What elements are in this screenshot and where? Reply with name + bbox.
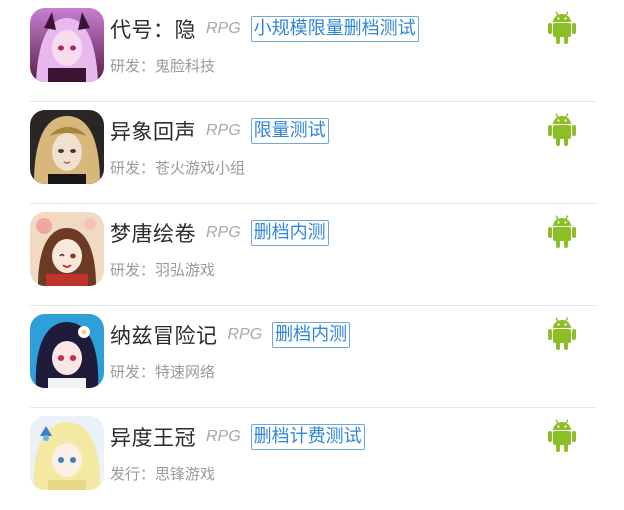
- title-line: 纳兹冒险记 RPG 删档内测: [110, 318, 351, 352]
- genre-label: RPG: [206, 224, 241, 241]
- game-name[interactable]: 梦唐绘卷: [110, 218, 196, 248]
- title-line: 异度王冠 RPG 删档计费测试: [110, 420, 365, 454]
- game-name[interactable]: 异度王冠: [110, 422, 196, 452]
- test-type-badge: 删档计费测试: [250, 424, 365, 450]
- android-icon[interactable]: [547, 11, 577, 45]
- list-item[interactable]: 代号：隐 RPG 小规模限量删档测试 研发：鬼脸科技: [30, 0, 596, 102]
- test-type-badge: 删档内测: [272, 322, 351, 348]
- developer-label: 研发：羽弘游戏: [110, 261, 216, 279]
- list-item[interactable]: 异度王冠 RPG 删档计费测试 发行：思锋游戏: [30, 408, 596, 510]
- android-icon[interactable]: [547, 317, 577, 351]
- game-icon[interactable]: [30, 416, 104, 490]
- list-item[interactable]: 异象回声 RPG 限量测试 研发：苍火游戏小组: [30, 102, 596, 204]
- genre-label: RPG: [206, 428, 241, 445]
- game-icon[interactable]: [30, 212, 104, 286]
- developer-label: 研发：苍火游戏小组: [110, 159, 246, 177]
- game-test-list: 代号：隐 RPG 小规模限量删档测试 研发：鬼脸科技 异象回声 RPG 限量测试…: [0, 0, 624, 494]
- game-name[interactable]: 代号：隐: [110, 14, 196, 44]
- test-type-badge: 删档内测: [250, 220, 329, 246]
- game-name[interactable]: 纳兹冒险记: [110, 320, 218, 350]
- android-icon[interactable]: [547, 113, 577, 147]
- game-icon[interactable]: [30, 8, 104, 82]
- genre-label: RPG: [206, 20, 241, 37]
- developer-label: 研发：特速网络: [110, 363, 216, 381]
- game-icon[interactable]: [30, 110, 104, 184]
- publisher-label: 发行：思锋游戏: [110, 465, 216, 483]
- game-name[interactable]: 异象回声: [110, 116, 196, 146]
- list-item[interactable]: 纳兹冒险记 RPG 删档内测 研发：特速网络: [30, 306, 596, 408]
- list-item[interactable]: 梦唐绘卷 RPG 删档内测 研发：羽弘游戏: [30, 204, 596, 306]
- title-line: 代号：隐 RPG 小规模限量删档测试: [110, 12, 419, 46]
- developer-label: 研发：鬼脸科技: [110, 57, 216, 75]
- title-line: 梦唐绘卷 RPG 删档内测: [110, 216, 329, 250]
- android-icon[interactable]: [547, 419, 577, 453]
- test-type-badge: 小规模限量删档测试: [250, 16, 419, 42]
- title-line: 异象回声 RPG 限量测试: [110, 114, 329, 148]
- game-icon[interactable]: [30, 314, 104, 388]
- genre-label: RPG: [206, 122, 241, 139]
- genre-label: RPG: [227, 326, 263, 343]
- test-type-badge: 限量测试: [250, 118, 329, 144]
- android-icon[interactable]: [547, 215, 577, 249]
